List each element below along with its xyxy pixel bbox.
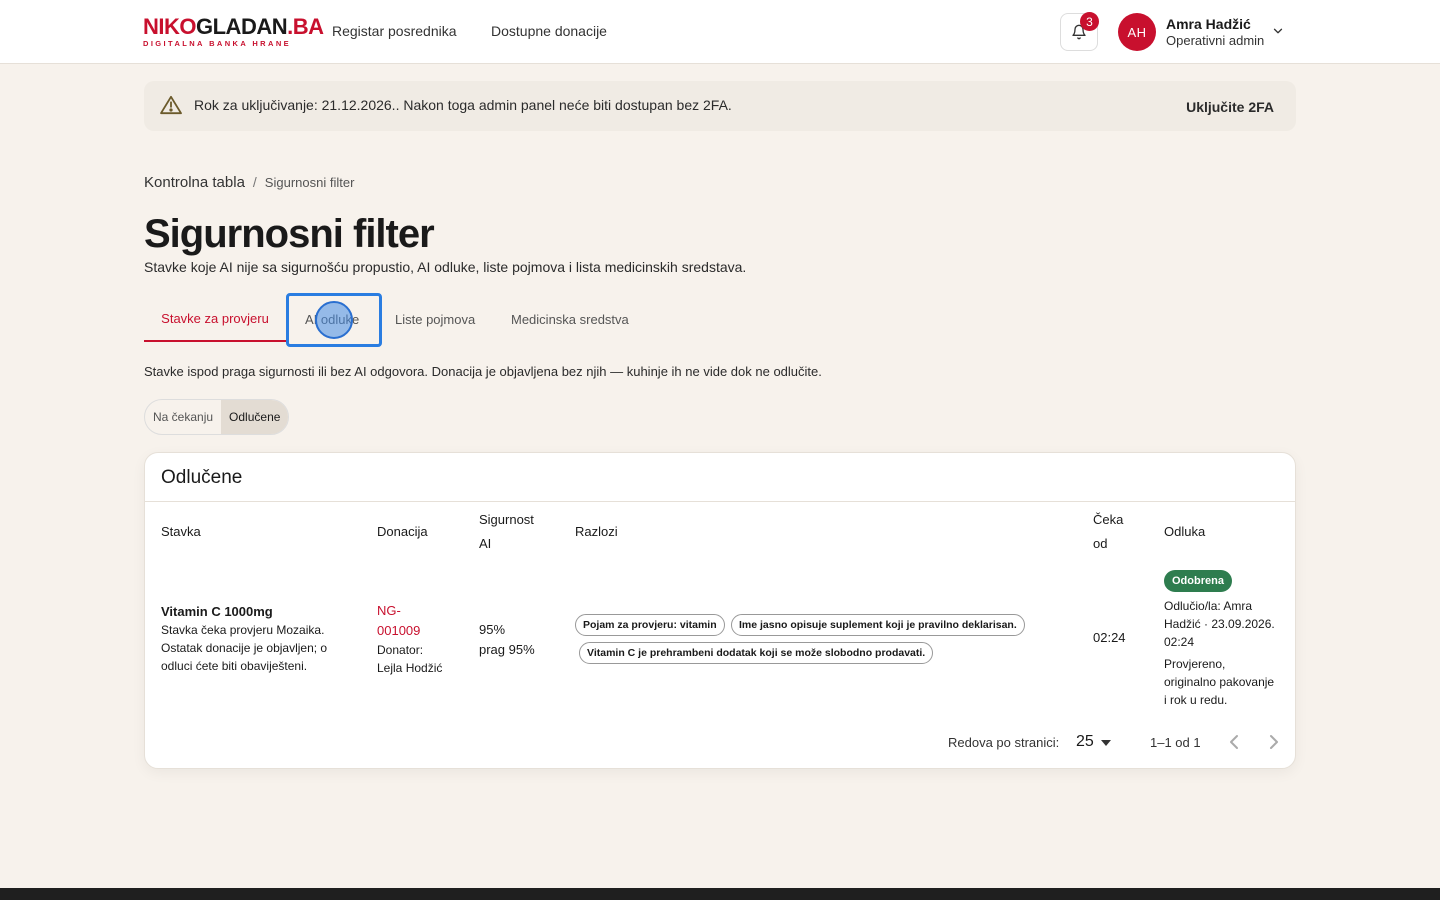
cursor-indicator <box>315 301 353 339</box>
chevron-down-icon[interactable] <box>1271 24 1285 38</box>
item-note: Stavka čeka provjeru Mozaika. Ostatak don… <box>161 623 328 673</box>
chevron-right-icon[interactable] <box>1267 733 1281 751</box>
logo-tagline: DIGITALNA BANKA HRANE <box>143 39 292 48</box>
table-row-donation: NG- 001009 Donator: Lejla Hodžić <box>377 601 442 677</box>
nav-dostupne-donacije[interactable]: Dostupne donacije <box>491 23 607 39</box>
column-header-confidence: Sigurnost AI <box>479 512 534 551</box>
status-filter: Na čekanju Odlučene <box>144 399 290 435</box>
reason-chip: Pojam za provjeru: vitamin <box>575 614 725 636</box>
page-subtitle: Stavke koje AI nije sa sigurnošću propus… <box>144 259 747 275</box>
decision-by: Odlučio/la: Amra Hadžić · 23.09.2026. 02:2… <box>1164 599 1275 649</box>
reason-chip: Ime jasno opisuje suplement koji je prav… <box>731 614 1025 636</box>
reason-chip: Vitamin C je prehrambeni dodatak koji se… <box>579 642 934 664</box>
confidence-threshold: prag 95% <box>479 642 535 657</box>
user-name[interactable]: Amra Hadžić <box>1166 16 1251 32</box>
user-role: Operativni admin <box>1166 33 1265 48</box>
card-divider <box>145 501 1295 502</box>
item-name: Vitamin C 1000mg <box>161 604 273 619</box>
waiting-time: 02:24 <box>1093 630 1126 645</box>
tab-medicinska-sredstva[interactable]: Medicinska sredstva <box>511 296 629 342</box>
donor-name: Donator: Lejla Hodžić <box>377 643 443 675</box>
status-badge: Odobrena <box>1164 570 1232 592</box>
decision-note: Provjereno, originalno pakovanje i rok u r… <box>1164 657 1275 707</box>
rows-per-page-select[interactable]: 25 <box>1076 733 1094 751</box>
card-title: Odlučene <box>161 467 243 488</box>
caret-down-icon[interactable] <box>1101 740 1111 746</box>
table-row-confidence: 95% prag 95% <box>479 620 535 660</box>
tab-description: Stavke ispod praga sigurnosti ili bez AI… <box>144 364 822 379</box>
enable-2fa-button[interactable]: Uključite 2FA <box>1186 99 1274 115</box>
confidence-value: 95% <box>479 622 506 637</box>
logo[interactable]: NIKOGLADAN.BA DIGITALNA BANKA HRANE <box>143 14 324 49</box>
twofa-banner: Rok za uključivanje: 21.12.2026.. Nakon … <box>144 81 1296 131</box>
column-header-donation: Donacija <box>377 524 428 539</box>
warning-icon <box>160 95 182 115</box>
chevron-left-icon[interactable] <box>1227 733 1241 751</box>
logo-wordmark: NIKOGLADAN.BA <box>143 14 324 39</box>
column-header-decision: Odluka <box>1164 524 1206 539</box>
page-title: Sigurnosni filter <box>144 212 435 256</box>
notification-badge: 3 <box>1080 12 1099 31</box>
rows-per-page-label: Redova po stranici: <box>948 735 1060 750</box>
footer <box>0 888 1440 900</box>
tab-stavke-za-provjeru[interactable]: Stavke za provjeru <box>144 296 286 342</box>
column-header-item: Stavka <box>161 524 201 539</box>
table-row-item: Vitamin C 1000mg Stavka čeka provjeru Mo… <box>161 603 327 675</box>
top-bar: NIKOGLADAN.BA DIGITALNA BANKA HRANE Regi… <box>0 0 1440 64</box>
column-header-waiting: Čeka od <box>1093 512 1124 551</box>
breadcrumb: Kontrolna tabla / Sigurnosni filter <box>144 174 354 191</box>
decided-items-card: Odlučene Stavka Donacija Sigurnost AI Raz… <box>144 452 1296 769</box>
breadcrumb-link-dashboard[interactable]: Kontrolna tabla <box>144 174 245 191</box>
avatar[interactable]: AH <box>1118 13 1156 51</box>
nav-registar-posrednika[interactable]: Registar posrednika <box>332 23 457 39</box>
donation-link[interactable]: NG- 001009 <box>377 601 442 641</box>
filter-decided[interactable]: Odlučene <box>221 400 289 434</box>
breadcrumb-separator: / <box>252 174 257 190</box>
banner-text: Rok za uključivanje: 21.12.2026.. Nakon … <box>194 97 732 113</box>
tab-liste-pojmova[interactable]: Liste pojmova <box>395 296 475 342</box>
breadcrumb-current: Sigurnosni filter <box>264 175 355 190</box>
column-header-reasons: Razlozi <box>575 524 618 539</box>
filter-pending[interactable]: Na čekanju <box>145 400 221 434</box>
pagination-range: 1–1 od 1 <box>1150 735 1201 750</box>
